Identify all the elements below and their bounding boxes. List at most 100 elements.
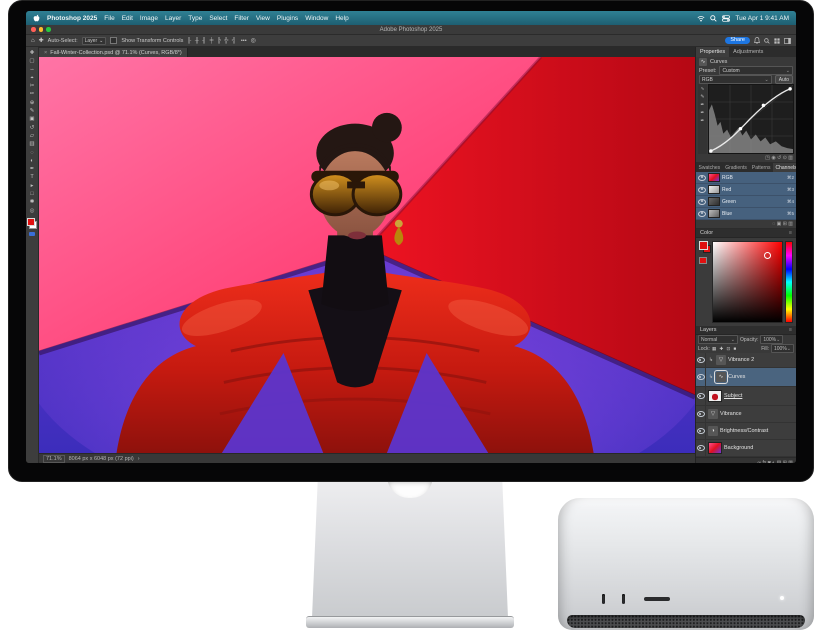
white-point-eyedropper-icon[interactable]: ✒	[700, 118, 704, 124]
zoom-options-icon[interactable]: ◎	[251, 37, 256, 44]
layer-row-brightness-contrast[interactable]: ◑ Brightness/Contrast	[696, 423, 796, 440]
tab-gradients[interactable]: Gradients	[723, 163, 750, 172]
curves-footer-icons[interactable]: ◳ ◉ ↺ ⊙ ▥	[696, 154, 796, 163]
channel-dropdown[interactable]: RGB⌄	[699, 75, 772, 84]
zoom-tool[interactable]: ◎	[30, 207, 35, 215]
brush-tool[interactable]: ✎	[30, 107, 35, 115]
move-tool[interactable]: ✚	[30, 49, 35, 57]
menu-image[interactable]: Image	[140, 15, 158, 22]
lock-icons[interactable]: ▦ ✚ ⊡ ■	[712, 346, 737, 352]
clone-stamp-tool[interactable]: ▣	[29, 115, 34, 123]
show-transform-checkbox[interactable]	[110, 37, 117, 44]
tab-channels[interactable]: Channels	[773, 163, 796, 172]
menu-layer[interactable]: Layer	[165, 15, 181, 22]
curves-histogram[interactable]	[708, 84, 794, 154]
channels-footer-icons[interactable]: ◌ ▣ ⊞ ▥	[696, 220, 796, 229]
visibility-eye-icon[interactable]	[698, 175, 706, 181]
foreground-color-swatch[interactable]	[27, 218, 35, 226]
panel-menu-icon[interactable]: ≡	[789, 327, 792, 333]
menu-view[interactable]: View	[256, 15, 270, 22]
object-selection-tool[interactable]: ⌖	[30, 74, 33, 82]
visibility-eye-icon[interactable]	[697, 357, 705, 363]
spotlight-search-icon[interactable]	[710, 15, 717, 22]
tab-properties[interactable]: Properties	[696, 47, 729, 57]
opacity-dropdown[interactable]: 100%⌄	[760, 335, 783, 344]
layer-row-curves[interactable]: ↳ ∿ Curves	[696, 368, 796, 387]
channel-row-rgb[interactable]: RGB ⌘2	[696, 172, 796, 184]
menu-select[interactable]: Select	[209, 15, 227, 22]
gray-point-eyedropper-icon[interactable]: ✒	[700, 110, 704, 116]
curve-edit-icon[interactable]: ∿	[700, 86, 704, 92]
panel-menu-icon[interactable]: ≡	[789, 230, 792, 236]
saturation-brightness-field[interactable]	[712, 241, 783, 323]
share-button[interactable]: Share	[725, 37, 750, 45]
status-chevron-icon[interactable]: ›	[138, 456, 140, 462]
color-panel-header[interactable]: Color ≡	[696, 229, 796, 238]
search-icon[interactable]	[764, 38, 770, 44]
hand-tool[interactable]: ✱	[30, 198, 35, 206]
hue-slider[interactable]	[785, 241, 793, 323]
color-swatches[interactable]	[27, 218, 37, 229]
black-point-eyedropper-icon[interactable]: ✒	[700, 102, 704, 108]
type-tool[interactable]: T	[30, 173, 33, 181]
visibility-eye-icon[interactable]	[698, 211, 706, 217]
layer-row-vibrance[interactable]: ▽ Vibrance	[696, 406, 796, 423]
path-selection-tool[interactable]: ▸	[31, 182, 34, 190]
more-options-icon[interactable]: •••	[241, 38, 247, 44]
apple-logo-icon[interactable]	[33, 14, 40, 22]
gradient-tool[interactable]: ▥	[29, 140, 34, 148]
fill-dropdown[interactable]: 100%⌄	[771, 344, 794, 353]
crop-tool[interactable]: ✂	[30, 82, 35, 90]
shape-tool[interactable]: □	[30, 190, 33, 198]
notifications-bell-icon[interactable]	[754, 37, 760, 44]
marquee-tool[interactable]: ▢	[29, 57, 34, 65]
layer-row-vibrance-2[interactable]: ↳ ▽ Vibrance 2	[696, 353, 796, 368]
move-tool-preset-icon[interactable]: ✚	[39, 37, 44, 44]
quick-mask-icon[interactable]	[29, 232, 35, 236]
menu-plugins[interactable]: Plugins	[277, 15, 298, 22]
color-chip[interactable]	[699, 257, 707, 264]
tab-swatches[interactable]: Swatches	[696, 163, 723, 172]
menu-help[interactable]: Help	[335, 15, 348, 22]
tab-patterns[interactable]: Patterns	[749, 163, 773, 172]
healing-brush-tool[interactable]: ⊕	[30, 99, 35, 107]
menu-app[interactable]: Photoshop 2025	[47, 15, 97, 22]
home-icon[interactable]: ⌂	[31, 38, 35, 44]
auto-select-dropdown[interactable]: Layer ⌄	[82, 37, 107, 45]
menu-clock[interactable]: Tue Apr 1 9:41 AM	[735, 15, 789, 22]
visibility-eye-icon[interactable]	[698, 199, 706, 205]
panel-toggle-icon[interactable]	[784, 38, 791, 44]
menu-file[interactable]: File	[104, 15, 114, 22]
auto-button[interactable]: Auto	[775, 75, 793, 84]
menu-window[interactable]: Window	[305, 15, 328, 22]
tab-adjustments[interactable]: Adjustments	[729, 47, 767, 57]
preset-dropdown[interactable]: Custom⌄	[719, 66, 793, 75]
history-brush-tool[interactable]: ↺	[30, 124, 35, 132]
menu-filter[interactable]: Filter	[234, 15, 248, 22]
channel-row-blue[interactable]: Blue ⌘5	[696, 208, 796, 220]
zoom-level-field[interactable]: 71.1%	[43, 455, 65, 463]
visibility-eye-icon[interactable]	[697, 428, 705, 434]
dodge-tool[interactable]: ◐	[30, 157, 33, 165]
lasso-tool[interactable]: ∽	[30, 66, 35, 74]
visibility-eye-icon[interactable]	[698, 187, 706, 193]
layers-panel-header[interactable]: Layers ≡	[696, 326, 796, 335]
blur-tool[interactable]: ◌	[30, 149, 33, 157]
curve-draw-icon[interactable]: ✎	[700, 94, 704, 100]
close-tab-icon[interactable]: ×	[44, 50, 47, 56]
document-tab[interactable]: × Fall-Winter-Collection.psd @ 71.1% (Cu…	[39, 48, 188, 57]
visibility-eye-icon[interactable]	[697, 411, 705, 417]
blend-mode-dropdown[interactable]: Normal⌄	[698, 335, 738, 344]
document-canvas[interactable]	[39, 57, 695, 453]
visibility-eye-icon[interactable]	[697, 393, 705, 399]
visibility-eye-icon[interactable]	[697, 445, 705, 451]
eraser-tool[interactable]: ▱	[30, 132, 34, 140]
layer-row-background[interactable]: Background	[696, 440, 796, 457]
color-picker-cursor[interactable]	[764, 252, 771, 259]
alignment-icons[interactable]: ╟ ╫ ╢ ╪ ╠ ╬ ╣	[187, 38, 236, 44]
layer-row-subject[interactable]: Subject	[696, 387, 796, 406]
workspace-icon[interactable]	[774, 38, 780, 44]
visibility-eye-icon[interactable]	[697, 374, 705, 380]
channel-row-green[interactable]: Green ⌘4	[696, 196, 796, 208]
layers-footer-icons[interactable]: ∞ fx ◙ ◐ ▤ ⊞ ▥	[696, 457, 796, 463]
